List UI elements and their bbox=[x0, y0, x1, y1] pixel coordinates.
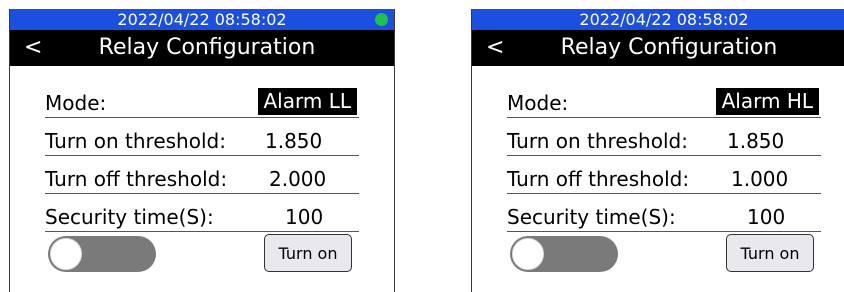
relay-toggle[interactable] bbox=[48, 236, 156, 272]
mode-row: Mode: Alarm HL bbox=[507, 79, 821, 118]
turn-off-threshold-value[interactable]: 2.000 bbox=[269, 167, 326, 191]
turn-off-threshold-value[interactable]: 1.000 bbox=[731, 167, 788, 191]
relay-toggle[interactable] bbox=[510, 236, 618, 272]
turn-off-threshold-label: Turn off threshold: bbox=[45, 167, 228, 191]
toggle-knob bbox=[512, 238, 544, 270]
toggle-knob bbox=[50, 238, 82, 270]
relay-config-screen-1: 2022/04/22 08:58:02 < Relay Configuratio… bbox=[9, 9, 395, 292]
turn-on-button[interactable]: Turn on bbox=[726, 234, 814, 272]
turn-off-threshold-row: Turn off threshold: 1.000 bbox=[507, 155, 821, 194]
turn-off-threshold-label: Turn off threshold: bbox=[507, 167, 690, 191]
title-bar: < Relay Configuration bbox=[472, 30, 844, 66]
page-title: Relay Configuration bbox=[560, 35, 778, 60]
turn-on-button[interactable]: Turn on bbox=[264, 234, 352, 272]
security-time-value[interactable]: 100 bbox=[285, 205, 323, 229]
status-datetime: 2022/04/22 08:58:02 bbox=[579, 10, 749, 29]
mode-value[interactable]: Alarm LL bbox=[257, 88, 357, 115]
security-time-value[interactable]: 100 bbox=[747, 205, 785, 229]
relay-config-screen-2: 2022/04/22 08:58:02 < Relay Configuratio… bbox=[471, 9, 844, 292]
status-bar: 2022/04/22 08:58:02 bbox=[10, 9, 394, 30]
turn-on-threshold-value[interactable]: 1.850 bbox=[265, 129, 322, 153]
status-indicator-icon bbox=[375, 13, 388, 26]
status-datetime: 2022/04/22 08:58:02 bbox=[117, 10, 287, 29]
turn-off-threshold-row: Turn off threshold: 2.000 bbox=[45, 155, 359, 194]
turn-on-threshold-value[interactable]: 1.850 bbox=[727, 129, 784, 153]
turn-on-threshold-row: Turn on threshold: 1.850 bbox=[45, 117, 359, 156]
security-time-label: Security time(S): bbox=[507, 205, 676, 229]
page-title: Relay Configuration bbox=[98, 35, 316, 60]
security-time-row: Security time(S): 100 bbox=[45, 193, 359, 232]
security-time-row: Security time(S): 100 bbox=[507, 193, 821, 232]
turn-on-threshold-row: Turn on threshold: 1.850 bbox=[507, 117, 821, 156]
mode-row: Mode: Alarm LL bbox=[45, 79, 359, 118]
turn-on-threshold-label: Turn on threshold: bbox=[45, 129, 226, 153]
title-bar: < Relay Configuration bbox=[10, 30, 394, 66]
mode-value[interactable]: Alarm HL bbox=[715, 88, 819, 115]
mode-label: Mode: bbox=[507, 91, 569, 115]
status-bar: 2022/04/22 08:58:02 bbox=[472, 9, 844, 30]
security-time-label: Security time(S): bbox=[45, 205, 214, 229]
turn-on-threshold-label: Turn on threshold: bbox=[507, 129, 688, 153]
mode-label: Mode: bbox=[45, 91, 107, 115]
